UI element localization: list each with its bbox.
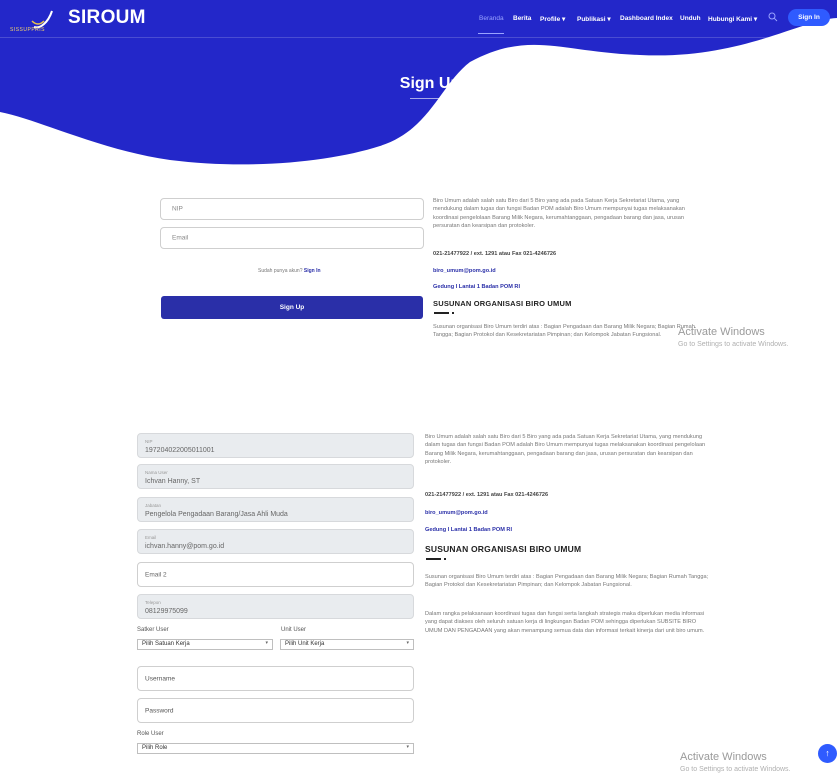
email-field-value: ichvan.hanny@pom.go.id	[145, 543, 225, 550]
email2-placeholder: Email 2	[145, 571, 167, 578]
info-email[interactable]: biro_umum@pom.go.id	[433, 268, 496, 274]
back-to-top-icon[interactable]: ↑	[818, 744, 837, 763]
telepon-field[interactable]: Telepon 08129975099	[137, 594, 414, 619]
nav-active-indicator	[478, 33, 504, 34]
info-phone: 021-21477922 / ext. 1291 atau Fax 021-42…	[425, 492, 549, 498]
nav-dashboard-index[interactable]: Dashboard Index	[620, 15, 673, 22]
email2-input[interactable]: Email 2	[137, 562, 414, 587]
signup-button[interactable]: Sign Up	[161, 296, 423, 319]
info-description: Biro Umum adalah salah satu Biro dari 5 …	[433, 198, 685, 229]
signin-button[interactable]: Sign In	[788, 9, 830, 26]
satker-select-value: Pilih Satuan Kerja	[142, 641, 190, 647]
role-label: Role User	[137, 731, 164, 737]
brand-name: SIROUM	[68, 7, 146, 28]
nip-placeholder: NIP	[172, 205, 183, 213]
org-text: Susunan organisasi Biro Umum terdiri ata…	[425, 574, 709, 589]
extra-text: Dalam rangka pelaksanaan koordinasi tuga…	[425, 611, 705, 634]
nip-field-label: NIP	[145, 439, 153, 444]
signin-link[interactable]: Sign In	[304, 268, 321, 274]
chevron-down-icon: ▾	[265, 640, 268, 646]
hero-section: SIROUM SISSUPPRIS Beranda Berita Profile…	[0, 0, 837, 180]
jabatan-field[interactable]: Jabatan Pengelola Pengadaan Barang/Jasa …	[137, 497, 414, 522]
navbar: SIROUM SISSUPPRIS Beranda Berita Profile…	[0, 0, 837, 36]
nav-unduh[interactable]: Unduh	[680, 15, 701, 22]
org-title: SUSUNAN ORGANISASI BIRO UMUM	[425, 544, 582, 554]
info-description: Biro Umum adalah salah satu Biro dari 5 …	[425, 434, 706, 465]
telepon-value: 08129975099	[145, 608, 188, 615]
nip-input[interactable]: NIP	[160, 198, 424, 220]
org-text: Susunan organisasi Biro Umum terdiri ata…	[433, 324, 695, 339]
watermark-title: Activate Windows	[680, 751, 767, 763]
unit-select-value: Pilih Unit Kerja	[285, 641, 325, 647]
nav-profile[interactable]: Profile ▾	[540, 15, 565, 23]
email-field[interactable]: Email ichvan.hanny@pom.go.id	[137, 529, 414, 554]
nama-user-label: Nama User	[145, 470, 168, 475]
nip-field-value: 197204022005011001	[145, 447, 215, 454]
watermark-title: Activate Windows	[678, 326, 765, 338]
jabatan-label: Jabatan	[145, 503, 162, 508]
page-title: Sign Up	[399, 75, 461, 92]
nama-user-field[interactable]: Nama User Ichvan Hanny, ST	[137, 464, 414, 489]
unit-select[interactable]: Pilih Unit Kerja ▾	[280, 639, 414, 650]
chevron-down-icon: ▾	[406, 744, 409, 750]
org-title-underline	[426, 558, 441, 560]
info-address: Gedung I Lantai 1 Badan POM RI	[433, 284, 521, 290]
info-phone: 021-21477922 / ext. 1291 atau Fax 021-42…	[433, 251, 557, 257]
org-title-dot	[444, 558, 446, 560]
info-email[interactable]: biro_umum@pom.go.id	[425, 510, 488, 516]
email-field-label: Email	[145, 535, 157, 540]
brand-logo[interactable]: SIROUM SISSUPPRIS	[6, 4, 146, 33]
role-select-value: Pilih Role	[142, 745, 168, 751]
info-address: Gedung I Lantai 1 Badan POM RI	[425, 527, 513, 533]
nav-publikasi[interactable]: Publikasi ▾	[577, 15, 611, 23]
nav-beranda[interactable]: Beranda	[479, 15, 504, 22]
username-input[interactable]: Username	[137, 666, 414, 691]
org-title: SUSUNAN ORGANISASI BIRO UMUM	[433, 299, 572, 308]
brand-tagline: SISSUPPRIS	[10, 27, 46, 33]
watermark-subtitle: Go to Settings to activate Windows.	[678, 341, 789, 348]
nip-field[interactable]: NIP 197204022005011001	[137, 433, 414, 458]
role-select[interactable]: Pilih Role ▾	[137, 743, 414, 754]
telepon-label: Telepon	[145, 600, 161, 605]
satker-select[interactable]: Pilih Satuan Kerja ▾	[137, 639, 273, 650]
nav-hubungi-kami[interactable]: Hubungi Kami ▾	[708, 15, 757, 23]
search-icon[interactable]	[768, 12, 778, 22]
nav-berita[interactable]: Berita	[513, 15, 531, 22]
org-title-dot	[452, 312, 454, 314]
satker-label: Satker User	[137, 627, 169, 633]
password-placeholder: Password	[145, 707, 174, 714]
watermark-subtitle: Go to Settings to activate Windows.	[680, 766, 791, 773]
chevron-down-icon: ▾	[406, 640, 409, 646]
password-input[interactable]: Password	[137, 698, 414, 723]
org-title-underline	[434, 312, 449, 314]
title-underline	[410, 98, 450, 99]
username-placeholder: Username	[145, 675, 175, 682]
unit-label: Unit User	[281, 627, 307, 633]
jabatan-value: Pengelola Pengadaan Barang/Jasa Ahli Mud…	[145, 511, 288, 518]
nav-divider	[0, 37, 837, 38]
nama-user-value: Ichvan Hanny, ST	[145, 478, 201, 485]
email-input[interactable]: Email	[160, 227, 424, 249]
have-account-text: Sudah punya akun?	[258, 268, 303, 274]
email-placeholder: Email	[172, 234, 189, 242]
signin-prompt: Sudah punya akun? Sign In	[258, 268, 321, 274]
